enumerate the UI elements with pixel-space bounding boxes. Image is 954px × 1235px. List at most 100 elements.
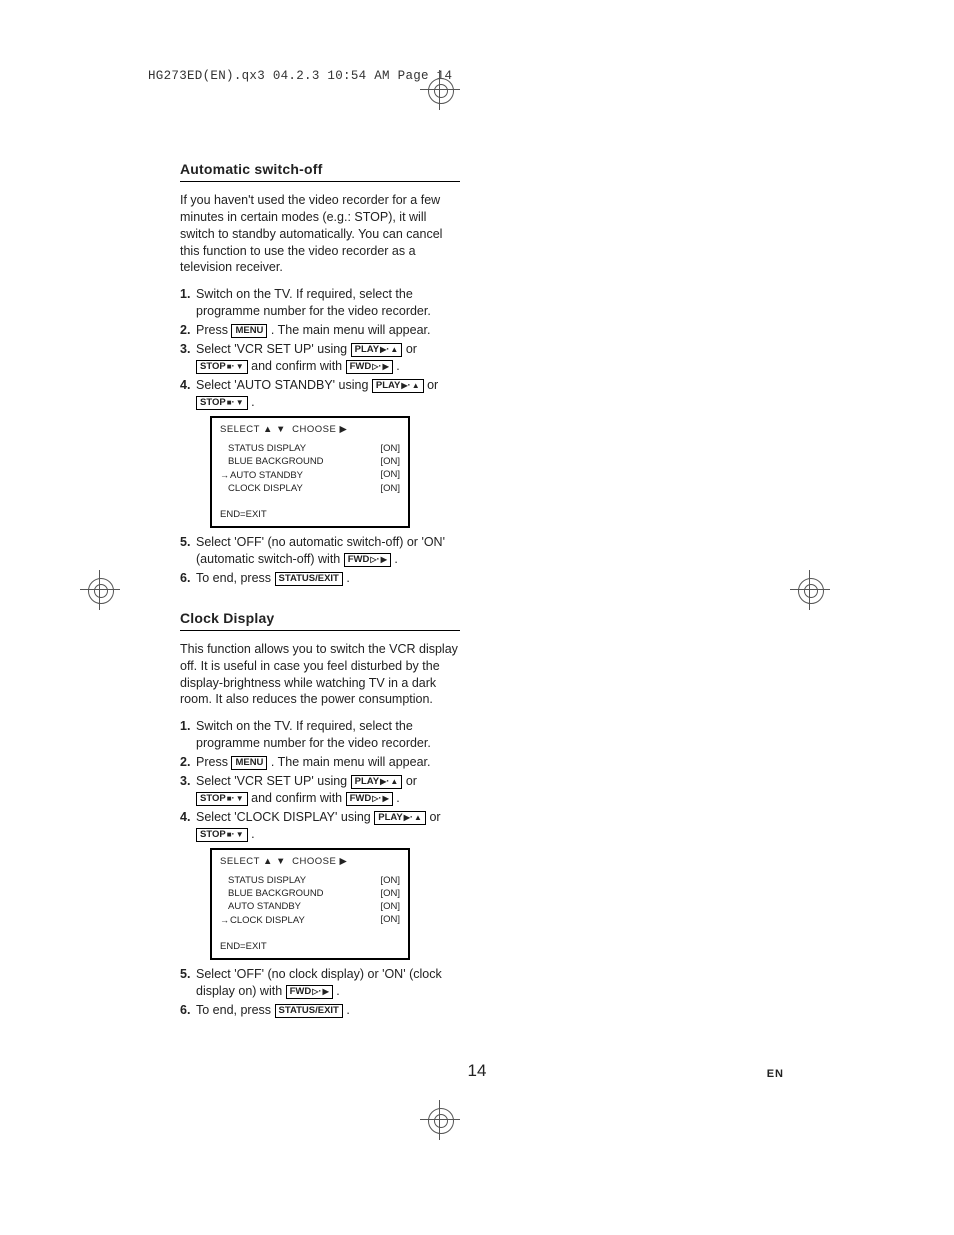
osd-row-label: STATUS DISPLAY — [228, 443, 306, 456]
osd-row-value: [ON] — [380, 469, 400, 483]
step: 1.Switch on the TV. If required, select … — [180, 286, 460, 320]
osd-row-selected: AUTO STANDBY [ON] — [220, 469, 400, 483]
osd-row-value: [ON] — [380, 443, 400, 456]
source-file-header: HG273ED(EN).qx3 04.2.3 10:54 AM Page 14 — [148, 68, 452, 85]
step: 3. Select 'VCR SET UP' using PLAY· or ST… — [180, 773, 460, 807]
section-title-auto-switch-off: Automatic switch-off — [180, 160, 460, 182]
step-text: . — [336, 984, 339, 998]
language-tag: EN — [767, 1067, 784, 1082]
osd-row-value: [ON] — [380, 888, 400, 901]
crop-mark-bottom — [420, 1100, 460, 1140]
osd-row-label: BLUE BACKGROUND — [228, 456, 324, 469]
osd-row-value: [ON] — [380, 901, 400, 914]
stop-down-button-icon: STOP· — [196, 828, 248, 842]
step-text: . — [396, 359, 399, 373]
step-text: or — [406, 342, 417, 356]
stop-down-button-icon: STOP· — [196, 396, 248, 410]
triangle-right-icon: ▶ — [340, 424, 348, 435]
intro-text: This function allows you to switch the V… — [180, 641, 460, 709]
osd-row-value: [ON] — [380, 875, 400, 888]
osd-row-value: [ON] — [380, 456, 400, 469]
steps-list-1: 1.Switch on the TV. If required, select … — [180, 286, 460, 410]
fwd-right-button-icon: FWD· — [346, 360, 393, 374]
menu-button-icon: MENU — [231, 324, 267, 338]
step: 2. Press MENU . The main menu will appea… — [180, 322, 460, 339]
osd-row: BLUE BACKGROUND [ON] — [220, 456, 400, 469]
crop-mark-left — [80, 570, 120, 610]
step: 5. Select 'OFF' (no clock display) or 'O… — [180, 966, 460, 1000]
osd-box-clock-display: SELECT ▲ ▼ CHOOSE ▶ STATUS DISPLAY [ON] B… — [210, 848, 410, 960]
osd-header: SELECT ▲ ▼ CHOOSE ▶ — [220, 424, 400, 437]
step-text: Select 'VCR SET UP' using — [196, 774, 351, 788]
step-text: and confirm with — [251, 791, 345, 805]
step-text: Select 'OFF' (no automatic switch-off) o… — [196, 535, 445, 566]
play-up-button-icon: PLAY· — [374, 811, 426, 825]
osd-row-label: AUTO STANDBY — [228, 901, 301, 914]
osd-row-label: BLUE BACKGROUND — [228, 888, 324, 901]
osd-row: STATUS DISPLAY [ON] — [220, 875, 400, 888]
step: 6. To end, press STATUS/EXIT . — [180, 570, 460, 587]
triangle-up-icon: ▲ — [263, 424, 273, 435]
step-text: Press — [196, 755, 231, 769]
osd-label: SELECT — [220, 856, 260, 867]
triangle-up-icon: ▲ — [263, 856, 273, 867]
play-up-button-icon: PLAY· — [351, 343, 403, 357]
step-text: . — [396, 791, 399, 805]
osd-row: STATUS DISPLAY [ON] — [220, 443, 400, 456]
steps-list-2b: 5. Select 'OFF' (no clock display) or 'O… — [180, 966, 460, 1019]
menu-button-icon: MENU — [231, 756, 267, 770]
play-up-button-icon: PLAY· — [351, 775, 403, 789]
osd-label: CHOOSE — [292, 856, 336, 867]
osd-footer: END=EXIT — [220, 941, 400, 954]
step-text: Select 'CLOCK DISPLAY' using — [196, 810, 374, 824]
intro-text: If you haven't used the video recorder f… — [180, 192, 460, 276]
triangle-right-icon: ▶ — [340, 856, 348, 867]
step-text: . — [346, 1003, 349, 1017]
fwd-right-button-icon: FWD· — [286, 985, 333, 999]
step-text: Select 'AUTO STANDBY' using — [196, 378, 372, 392]
osd-row: BLUE BACKGROUND [ON] — [220, 888, 400, 901]
fwd-right-button-icon: FWD· — [346, 792, 393, 806]
osd-row-label: AUTO STANDBY — [220, 469, 303, 483]
steps-list-1b: 5. Select 'OFF' (no automatic switch-off… — [180, 534, 460, 587]
osd-row-value: [ON] — [380, 483, 400, 496]
page: HG273ED(EN).qx3 04.2.3 10:54 AM Page 14 … — [0, 0, 954, 1235]
osd-row-label: CLOCK DISPLAY — [228, 483, 303, 496]
step-text: . — [251, 827, 254, 841]
step-text: . The main menu will appear. — [271, 755, 431, 769]
step-text: Switch on the TV. If required, select th… — [196, 287, 431, 318]
step-text: To end, press — [196, 1003, 275, 1017]
triangle-down-icon: ▼ — [276, 856, 286, 867]
step-text: or — [406, 774, 417, 788]
osd-row-label: STATUS DISPLAY — [228, 875, 306, 888]
stop-down-button-icon: STOP· — [196, 360, 248, 374]
osd-header: SELECT ▲ ▼ CHOOSE ▶ — [220, 856, 400, 869]
step: 3. Select 'VCR SET UP' using PLAY· or ST… — [180, 341, 460, 375]
osd-box-auto-standby: SELECT ▲ ▼ CHOOSE ▶ STATUS DISPLAY [ON] B… — [210, 416, 410, 528]
osd-row-selected: CLOCK DISPLAY [ON] — [220, 914, 400, 928]
status-exit-button-icon: STATUS/EXIT — [275, 1004, 343, 1018]
triangle-down-icon: ▼ — [276, 424, 286, 435]
step-text: . The main menu will appear. — [271, 323, 431, 337]
main-column: Automatic switch-off If you haven't used… — [180, 160, 460, 1023]
steps-list-2: 1.Switch on the TV. If required, select … — [180, 718, 460, 842]
crop-mark-right — [790, 570, 830, 610]
osd-row-label: CLOCK DISPLAY — [220, 914, 305, 928]
osd-label: SELECT — [220, 424, 260, 435]
osd-row: CLOCK DISPLAY [ON] — [220, 483, 400, 496]
osd-row: AUTO STANDBY [ON] — [220, 901, 400, 914]
step: 5. Select 'OFF' (no automatic switch-off… — [180, 534, 460, 568]
step: 2. Press MENU . The main menu will appea… — [180, 754, 460, 771]
osd-footer: END=EXIT — [220, 509, 400, 522]
step-text: . — [251, 395, 254, 409]
step-text: To end, press — [196, 571, 275, 585]
step: 4. Select 'CLOCK DISPLAY' using PLAY· or… — [180, 809, 460, 843]
step-text: . — [346, 571, 349, 585]
step-text: Select 'VCR SET UP' using — [196, 342, 351, 356]
step-text: . — [394, 552, 397, 566]
step-text: or — [429, 810, 440, 824]
step-text: Press — [196, 323, 231, 337]
osd-row-value: [ON] — [380, 914, 400, 928]
status-exit-button-icon: STATUS/EXIT — [275, 572, 343, 586]
step-text: and confirm with — [251, 359, 345, 373]
